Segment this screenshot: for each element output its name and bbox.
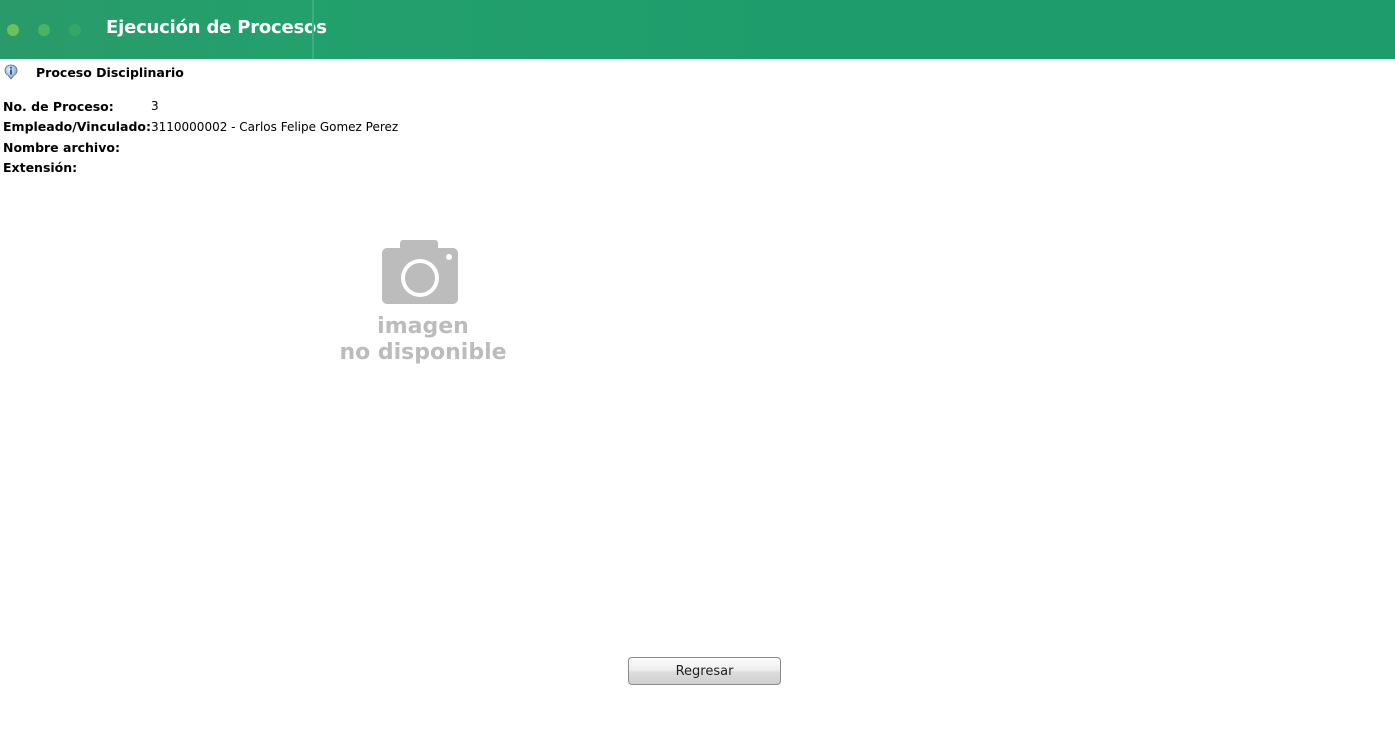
image-placeholder: imagen no disponible (338, 238, 508, 368)
field-row-file-name: Nombre archivo: (3, 137, 398, 158)
field-label: Extensión: (3, 160, 78, 176)
field-label: Empleado/Vinculado: (3, 119, 152, 135)
header-divider (312, 0, 314, 59)
header-dot-1 (7, 24, 19, 36)
field-row-employee: Empleado/Vinculado: 3110000002 - Carlos … (3, 117, 398, 138)
field-label: Nombre archivo: (3, 139, 120, 155)
section-title: Proceso Disciplinario (36, 64, 184, 80)
page-title: Ejecución de Procesos (106, 17, 327, 38)
field-value: 3110000002 - Carlos Felipe Gomez Perez (151, 119, 399, 134)
field-row-process-number: No. de Proceso: 3 (3, 96, 398, 117)
header-dot-2 (38, 24, 50, 36)
header-dot-3 (69, 24, 81, 36)
field-row-extension: Extensión: (3, 158, 398, 179)
field-value: 3 (151, 99, 159, 114)
back-button[interactable]: Regresar (628, 657, 781, 685)
field-label: No. de Proceso: (3, 98, 114, 114)
camera-icon (382, 240, 458, 304)
info-icon (4, 64, 18, 80)
process-details: No. de Proceso: 3 Empleado/Vinculado: 31… (3, 96, 398, 178)
section-header: Proceso Disciplinario (3, 63, 184, 81)
placeholder-text-line2: no disponible (339, 340, 507, 365)
app-header: Ejecución de Procesos (0, 0, 1395, 59)
placeholder-text-line1: imagen (377, 314, 469, 339)
